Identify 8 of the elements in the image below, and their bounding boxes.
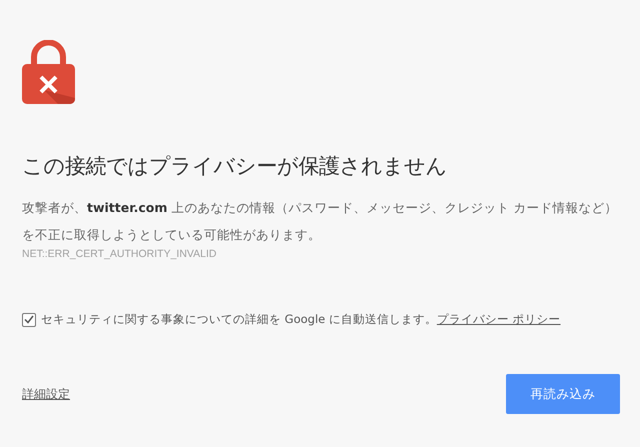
privacy-policy-link[interactable]: プライバシー ポリシー [436,312,561,326]
advanced-link[interactable]: 詳細設定 [22,386,70,402]
warning-message: 攻撃者が、twitter.com 上のあなたの情報（パスワード、メッセージ、クレジット カード情報など）を不正に取得しようとしている可能性があります。 [22,199,618,244]
error-code: NET::ERR_CERT_AUTHORITY_INVALID [22,248,218,260]
lock-icon [22,40,75,104]
report-text: セキュリティに関する事象についての詳細を Google に自動送信します。プライバシー ポリシー [41,312,561,327]
page-heading: この接続ではプライバシーが保護されません [22,153,448,180]
report-checkbox[interactable] [22,312,36,326]
